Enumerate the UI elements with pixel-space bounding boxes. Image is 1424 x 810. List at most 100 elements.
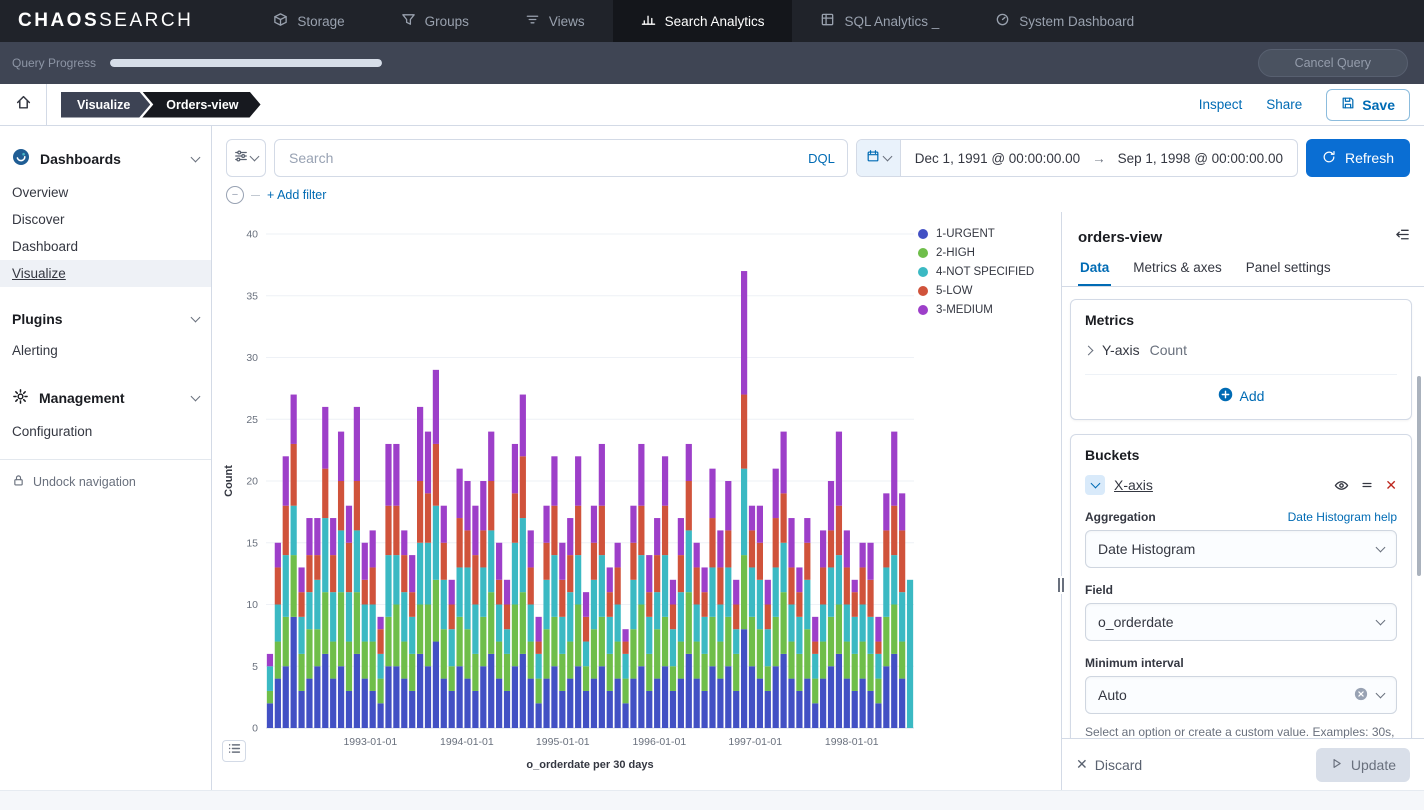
home-icon [15, 94, 32, 116]
legend-item[interactable]: 4-NOT SPECIFIED [918, 266, 1034, 278]
svg-text:1993-01-01: 1993-01-01 [343, 736, 397, 748]
sidebar-section-title: Plugins [12, 311, 63, 327]
x-axis-link[interactable]: X-axis [1114, 477, 1153, 493]
date-histogram-help-link[interactable]: Date Histogram help [1288, 510, 1397, 524]
funnel-icon [401, 12, 416, 30]
nav-item-sql-analytics[interactable]: SQL Analytics _ [792, 0, 967, 42]
sidebar-item-dashboard[interactable]: Dashboard [0, 233, 211, 260]
tab-metrics-axes[interactable]: Metrics & axes [1131, 251, 1224, 286]
stacked-bar-chart[interactable]: 05101520253035401993-01-011994-01-011995… [220, 224, 922, 776]
chart-legend: 1-URGENT 2-HIGH 4-NOT SPECIFIED 5-LOW 3-MEDI… [918, 228, 1034, 316]
svg-text:1995-01-01: 1995-01-01 [536, 736, 590, 748]
filter-options-icon[interactable]: − [226, 186, 244, 204]
legend-item[interactable]: 3-MEDIUM [918, 304, 1034, 316]
chevron-down-icon [191, 313, 201, 323]
logo-text-secondary: SEARCH [99, 10, 193, 32]
sidebar: Dashboards Overview Discover Dashboard V… [0, 126, 212, 790]
field-select[interactable]: o_orderdate [1085, 603, 1397, 641]
interval-select[interactable]: Auto [1085, 676, 1397, 714]
date-from[interactable]: Dec 1, 1991 @ 00:00:00.00 [915, 151, 1080, 166]
legend-dot [918, 267, 928, 277]
sidebar-section-management[interactable]: Management [0, 378, 211, 418]
legend-toggle-button[interactable] [222, 740, 246, 762]
play-icon [1330, 757, 1343, 773]
nav-item-search-analytics[interactable]: Search Analytics [613, 0, 793, 42]
metric-y-axis-row[interactable]: Y-axis Count [1085, 340, 1397, 362]
drag-grip-icon[interactable] [1360, 478, 1374, 492]
aggregation-value: Date Histogram [1098, 541, 1195, 557]
sidebar-item-visualize[interactable]: Visualize [0, 260, 211, 287]
aggregation-label-row: Aggregation Date Histogram help [1085, 510, 1397, 524]
filter-row-divider [251, 195, 260, 196]
sidebar-section-plugins[interactable]: Plugins [0, 301, 211, 337]
breadcrumb-tab-orders-view[interactable]: Orders-view [142, 92, 260, 118]
update-button[interactable]: Update [1316, 748, 1410, 782]
legend-item[interactable]: 2-HIGH [918, 247, 1034, 259]
share-link[interactable]: Share [1266, 97, 1302, 112]
chevron-right-icon [1084, 345, 1094, 355]
add-filter-link[interactable]: + Add filter [267, 188, 326, 202]
sidebar-item-discover[interactable]: Discover [0, 206, 211, 233]
query-language-button[interactable]: DQL [808, 151, 835, 166]
gauge-icon [995, 12, 1010, 30]
panel-footer: ✕ Discard Update [1062, 738, 1424, 790]
gear-icon [12, 388, 29, 408]
lock-icon [12, 474, 25, 490]
panel-scrollbar[interactable] [1417, 376, 1421, 576]
update-label: Update [1351, 757, 1396, 773]
nav-item-system-dashboard[interactable]: System Dashboard [967, 0, 1162, 42]
svg-text:20: 20 [246, 476, 258, 488]
calendar-icon [866, 149, 880, 168]
add-metric-button[interactable]: Add [1218, 387, 1265, 405]
legend-label: 1-URGENT [936, 228, 995, 240]
field-label: Field [1085, 583, 1113, 597]
content-shell: Dashboards Overview Discover Dashboard V… [0, 126, 1424, 790]
nav-item-storage[interactable]: Storage [245, 0, 372, 42]
eye-icon[interactable] [1334, 478, 1349, 493]
filter-menu-button[interactable] [226, 139, 266, 177]
sidebar-item-alerting[interactable]: Alerting [0, 337, 211, 364]
query-progress-track [110, 59, 382, 67]
clear-icon[interactable] [1354, 687, 1368, 704]
remove-bucket-icon[interactable]: ✕ [1385, 477, 1397, 494]
inspect-link[interactable]: Inspect [1199, 97, 1243, 112]
chevron-down-icon [1376, 543, 1386, 553]
date-to[interactable]: Sep 1, 1998 @ 00:00:00.00 [1118, 151, 1283, 166]
legend-item[interactable]: 5-LOW [918, 285, 1034, 297]
panel-collapse-icon[interactable] [1395, 227, 1410, 247]
sidebar-item-configuration[interactable]: Configuration [0, 418, 211, 445]
tab-panel-settings[interactable]: Panel settings [1244, 251, 1333, 286]
accordion-toggle-icon[interactable] [1085, 475, 1105, 495]
search-input[interactable] [287, 149, 798, 167]
svg-text:15: 15 [246, 537, 258, 549]
sidebar-item-overview[interactable]: Overview [0, 179, 211, 206]
aggregation-label: Aggregation [1085, 510, 1156, 524]
add-metric-label: Add [1240, 388, 1265, 404]
refresh-button[interactable]: Refresh [1306, 139, 1410, 177]
breadcrumb-tab-visualize[interactable]: Visualize [61, 92, 150, 118]
interval-label: Minimum interval [1085, 656, 1184, 670]
discard-button[interactable]: ✕ Discard [1076, 756, 1142, 773]
date-picker-button[interactable] [857, 140, 901, 176]
refresh-button-label: Refresh [1345, 150, 1394, 166]
home-button[interactable] [0, 84, 47, 125]
panel-resize-handle[interactable] [1057, 576, 1065, 594]
undock-navigation-button[interactable]: Undock navigation [0, 460, 211, 504]
main-area: DQL Dec 1, 1991 @ 00:00:00.00 → Sep 1, 1… [212, 126, 1424, 790]
storage-icon [273, 12, 288, 30]
tab-data[interactable]: Data [1078, 251, 1111, 286]
nav-item-groups[interactable]: Groups [373, 0, 497, 42]
save-button[interactable]: Save [1326, 89, 1410, 121]
aggregation-select[interactable]: Date Histogram [1085, 530, 1397, 568]
nav-item-views[interactable]: Views [497, 0, 613, 42]
cancel-query-button[interactable]: Cancel Query [1258, 49, 1408, 77]
sidebar-section-dashboards[interactable]: Dashboards [0, 138, 211, 179]
metrics-heading: Metrics [1085, 312, 1397, 328]
dashboards-icon [12, 148, 30, 169]
close-icon: ✕ [1076, 756, 1088, 773]
refresh-icon [1322, 150, 1336, 167]
svg-text:o_orderdate per 30 days: o_orderdate per 30 days [526, 759, 653, 771]
chaossearch-logo[interactable]: CHAOSSEARCH [0, 0, 211, 42]
legend-item[interactable]: 1-URGENT [918, 228, 1034, 240]
toolbar: Visualize Orders-view Inspect Share Save [0, 84, 1424, 126]
